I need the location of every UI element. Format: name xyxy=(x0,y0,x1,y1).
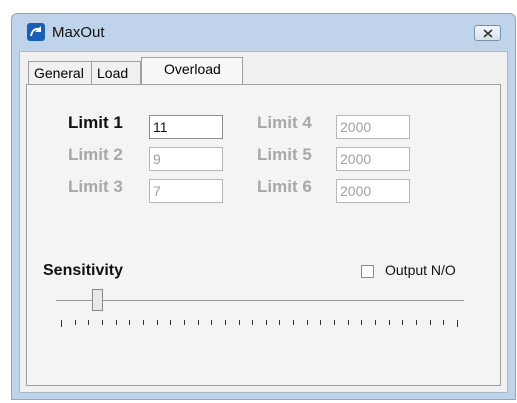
slider-tick xyxy=(74,320,76,325)
slider-tick xyxy=(156,320,158,325)
app-logo-icon xyxy=(27,23,45,41)
slider-tick xyxy=(211,320,213,325)
slider-tick xyxy=(429,320,431,325)
slider-tick xyxy=(279,320,281,325)
limit-6-label: Limit 6 xyxy=(257,177,312,196)
limit-5-label: Limit 5 xyxy=(257,145,312,164)
limit-4-label: Limit 4 xyxy=(257,113,312,132)
slider-tick xyxy=(375,320,377,325)
limit-2-label: Limit 2 xyxy=(68,145,123,164)
tab-general[interactable]: General xyxy=(28,61,92,84)
slider-tick xyxy=(320,320,322,325)
slider-tick xyxy=(334,320,336,325)
limit-5-input[interactable] xyxy=(336,147,410,171)
slider-tick xyxy=(183,320,185,325)
limit-2-input[interactable] xyxy=(149,147,223,171)
slider-tick xyxy=(238,320,240,325)
tab-overload[interactable]: Overload xyxy=(141,57,243,84)
limit-6-input[interactable] xyxy=(336,179,410,203)
tab-panel-overload: Limit 1 Limit 2 Limit 3 Limit 4 Limit 5 … xyxy=(26,84,501,386)
output-no-checkbox[interactable] xyxy=(361,265,374,278)
slider-tick xyxy=(115,320,117,325)
client-area: General Load Overload Limit 1 Limit 2 Li… xyxy=(19,51,508,393)
limit-4-input[interactable] xyxy=(336,115,410,139)
slider-tick xyxy=(361,320,363,325)
sensitivity-label: Sensitivity xyxy=(43,262,124,279)
limit-1-label: Limit 1 xyxy=(68,113,123,132)
close-icon xyxy=(482,28,493,38)
slider-tick xyxy=(142,320,144,325)
slider-tick xyxy=(129,320,131,325)
tab-load[interactable]: Load xyxy=(92,61,141,84)
slider-tick xyxy=(443,320,445,325)
slider-tick xyxy=(306,320,308,325)
slider-tick xyxy=(347,320,349,325)
sensitivity-slider-track[interactable] xyxy=(56,300,464,301)
limit-3-label: Limit 3 xyxy=(68,177,123,196)
slider-tick xyxy=(61,320,62,327)
slider-tick xyxy=(388,320,390,325)
slider-tick xyxy=(416,320,418,325)
slider-tick xyxy=(252,320,254,325)
output-no-label: Output N/O xyxy=(385,262,456,278)
limit-1-input[interactable] xyxy=(149,115,223,139)
limit-3-input[interactable] xyxy=(149,179,223,203)
slider-tick xyxy=(224,320,226,325)
slider-tick xyxy=(170,320,172,325)
title-bar[interactable]: MaxOut xyxy=(12,14,515,50)
slider-tick xyxy=(265,320,267,325)
slider-tick xyxy=(402,320,404,325)
close-button[interactable] xyxy=(474,25,501,41)
slider-tick xyxy=(101,320,103,325)
slider-tick xyxy=(88,320,90,325)
sensitivity-slider-thumb[interactable] xyxy=(91,289,103,311)
slider-tick xyxy=(197,320,199,325)
window-title: MaxOut xyxy=(52,24,105,41)
app-window: MaxOut General Load Overload Limit 1 Lim… xyxy=(11,13,516,400)
slider-tick xyxy=(457,320,458,327)
slider-tick xyxy=(293,320,295,325)
